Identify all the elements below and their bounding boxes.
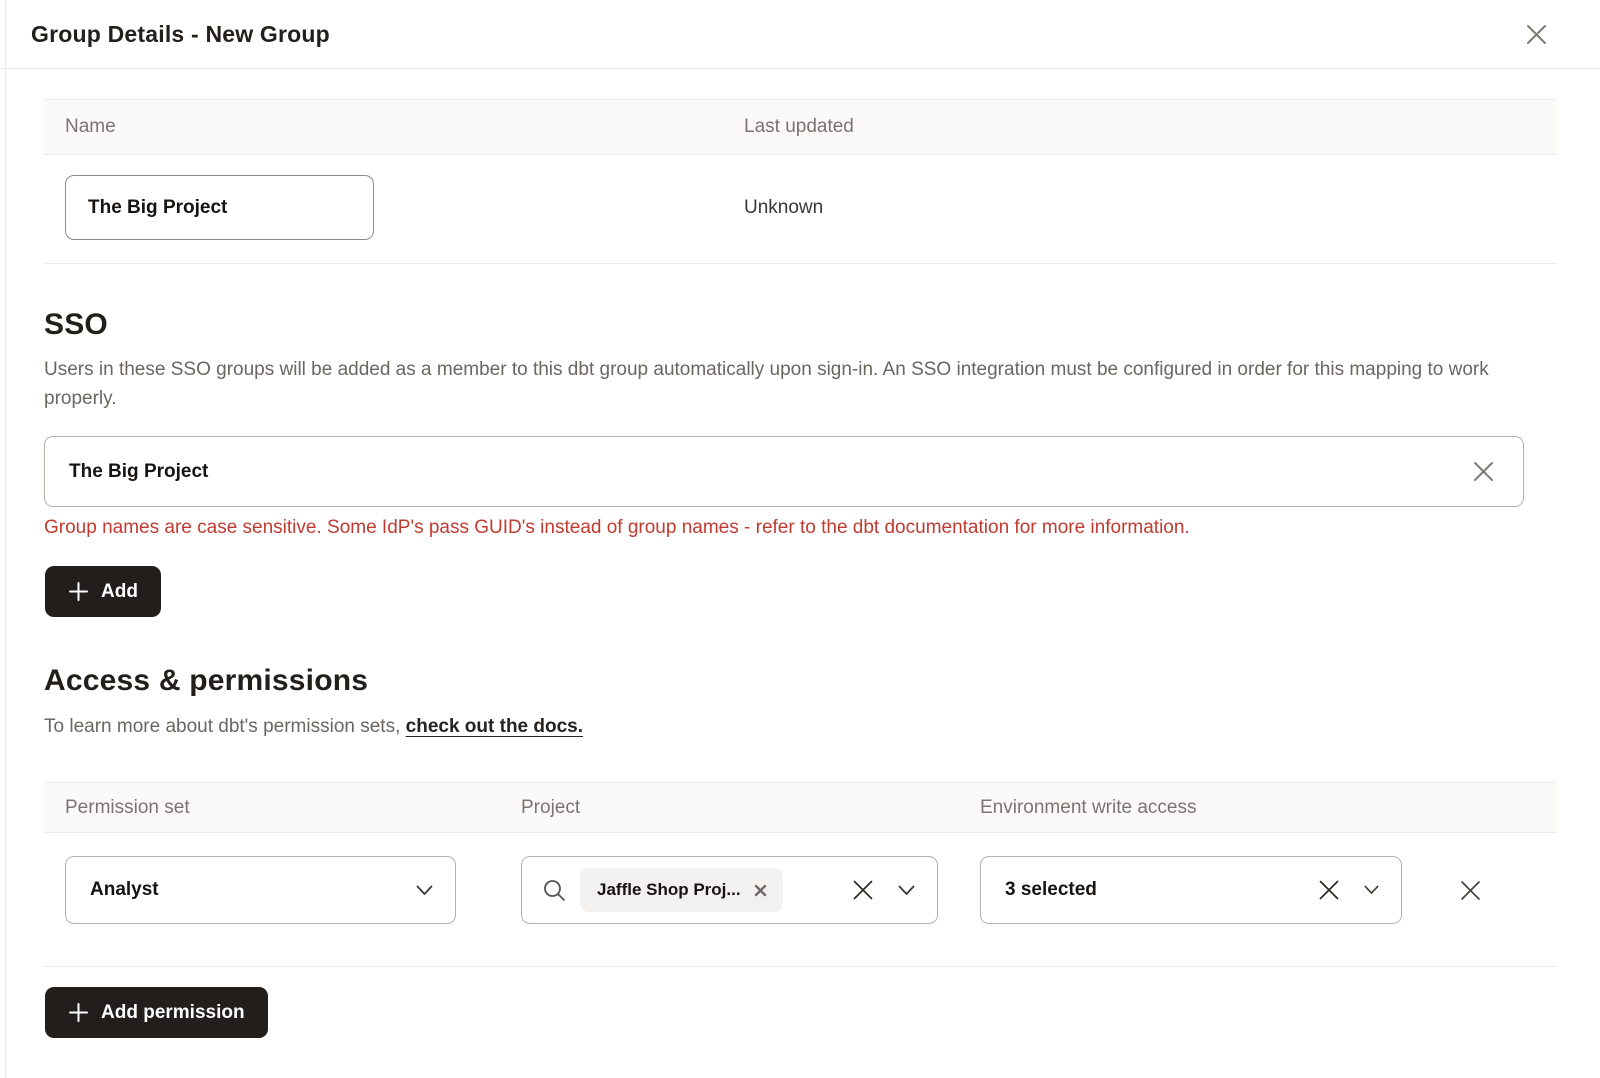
permission-set-value: Analyst (90, 879, 159, 901)
column-header-environment-write-access: Environment write access (959, 797, 1557, 819)
chevron-down-icon (1364, 885, 1379, 895)
close-icon (754, 884, 767, 897)
sso-error-text: Group names are case sensitive. Some IdP… (44, 517, 1557, 539)
modal-content: Name Last updated Unknown SSO Users in t… (0, 69, 1600, 1038)
permissions-table: Permission set Project Environment write… (44, 782, 1557, 967)
project-multiselect[interactable]: Jaffle Shop Proj... (521, 856, 938, 924)
permission-set-select[interactable]: Analyst (65, 856, 456, 924)
remove-permission-row-button[interactable] (1457, 877, 1484, 904)
docs-link[interactable]: check out the docs. (406, 716, 583, 737)
add-button-label: Add (101, 581, 138, 603)
environment-value: 3 selected (1005, 879, 1097, 901)
permissions-table-header: Permission set Project Environment write… (44, 782, 1557, 833)
close-icon (1470, 458, 1497, 485)
chevron-down-icon (416, 885, 433, 896)
close-button[interactable] (1522, 20, 1551, 49)
plus-icon (68, 581, 89, 602)
add-sso-group-button[interactable]: Add (45, 566, 161, 617)
access-heading: Access & permissions (44, 664, 1557, 698)
sso-description: Users in these SSO groups will be added … (44, 355, 1524, 413)
access-permissions-section: Access & permissions To learn more about… (44, 664, 1557, 1038)
group-name-row: Unknown (44, 155, 1557, 264)
environment-clear-button[interactable] (1316, 877, 1342, 903)
search-icon (542, 878, 567, 903)
sso-section: SSO Users in these SSO groups will be ad… (44, 308, 1557, 617)
access-description-text: To learn more about dbt's permission set… (44, 716, 406, 737)
access-description: To learn more about dbt's permission set… (44, 712, 1524, 741)
sso-group-clear-button[interactable] (1470, 458, 1497, 485)
sso-group-input-value: The Big Project (69, 461, 1470, 483)
add-permission-button-label: Add permission (101, 1002, 245, 1024)
column-header-permission-set: Permission set (44, 797, 500, 819)
sso-group-input[interactable]: The Big Project (44, 436, 1524, 507)
close-icon (1522, 20, 1551, 49)
panel-left-edge (5, 0, 6, 1078)
column-header-project: Project (500, 797, 959, 819)
column-header-name: Name (44, 116, 723, 138)
group-name-table: Name Last updated Unknown (44, 99, 1557, 264)
sso-heading: SSO (44, 308, 1557, 342)
project-clear-button[interactable] (850, 877, 876, 903)
chevron-down-icon (898, 885, 915, 896)
last-updated-value: Unknown (744, 197, 823, 218)
modal-header: Group Details - New Group (0, 0, 1600, 69)
name-table-header: Name Last updated (44, 99, 1557, 155)
close-icon (1457, 877, 1484, 904)
project-tag-label: Jaffle Shop Proj... (597, 880, 741, 900)
add-permission-button[interactable]: Add permission (45, 987, 268, 1038)
project-tag: Jaffle Shop Proj... (580, 868, 783, 912)
close-icon (1316, 877, 1342, 903)
close-icon (850, 877, 876, 903)
group-name-input[interactable] (65, 175, 374, 240)
page-title: Group Details - New Group (31, 21, 330, 48)
permission-row: Analyst Jaffle Shop Proj.. (44, 833, 1557, 967)
environment-select[interactable]: 3 selected (980, 856, 1402, 924)
column-header-last-updated: Last updated (723, 116, 1557, 138)
plus-icon (68, 1002, 89, 1023)
project-tag-remove-button[interactable] (754, 884, 767, 897)
